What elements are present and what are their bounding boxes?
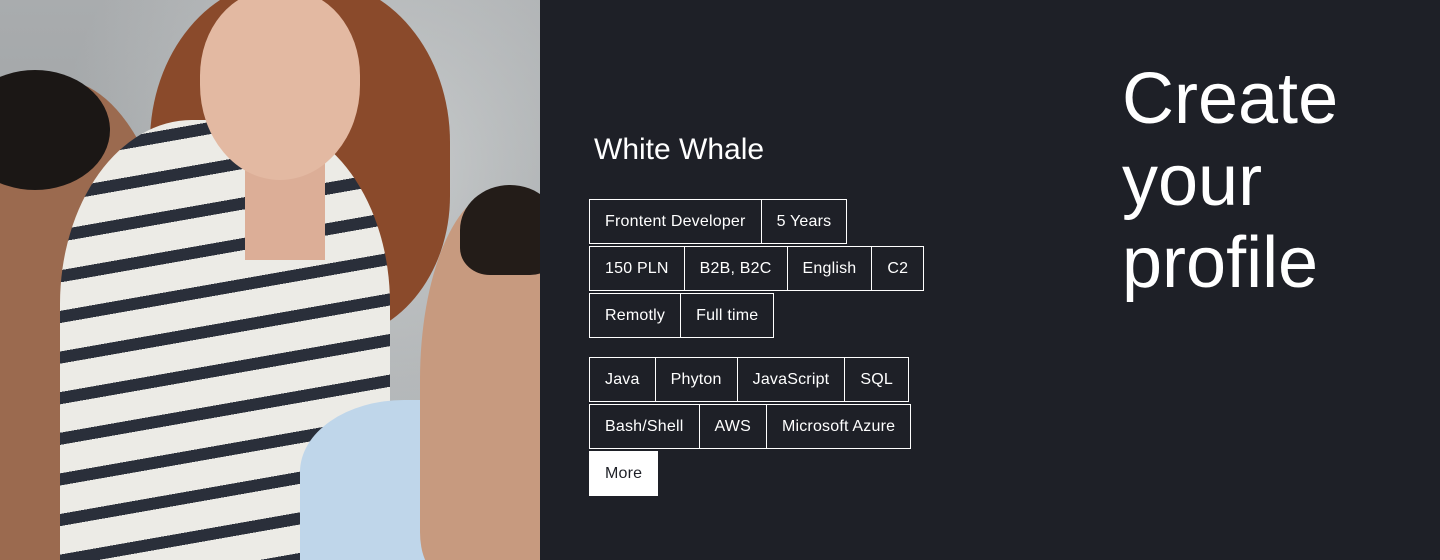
skill-chip: Bash/Shell [589, 404, 700, 449]
chip-language: English [786, 246, 873, 291]
attributes-row-1: Frontent Developer 5 Years [589, 199, 848, 244]
headline-line-1: Create [1122, 59, 1339, 139]
chip-rate: 150 PLN [589, 246, 685, 291]
skills-row-2: Bash/Shell AWS Microsoft Azure [589, 404, 912, 449]
skill-chip: JavaScript [736, 357, 846, 402]
chip-role: Frontent Developer [589, 199, 762, 244]
chip-location: Remotly [589, 293, 682, 338]
profile-name: White Whale [594, 133, 765, 166]
chip-experience: 5 Years [760, 199, 848, 244]
skill-chip: Microsoft Azure [765, 404, 912, 449]
hero-headline: Create your profile [1122, 58, 1338, 304]
attributes-row-2: 150 PLN B2B, B2C English C2 [589, 246, 925, 291]
hero-photo [0, 0, 540, 560]
skill-chip: SQL [844, 357, 909, 402]
attributes-row-3: Remotly Full time [589, 293, 775, 338]
skill-chip: AWS [698, 404, 767, 449]
skills-row-1: Java Phyton JavaScript SQL [589, 357, 909, 402]
chip-language-level: C2 [871, 246, 925, 291]
skill-chip: Phyton [654, 357, 738, 402]
headline-line-3: profile [1122, 223, 1319, 303]
skill-chip: Java [589, 357, 656, 402]
chip-contract: B2B, B2C [683, 246, 788, 291]
headline-line-2: your [1122, 141, 1263, 221]
more-row: More [589, 451, 659, 496]
chip-schedule: Full time [680, 293, 775, 338]
more-button[interactable]: More [589, 451, 659, 496]
